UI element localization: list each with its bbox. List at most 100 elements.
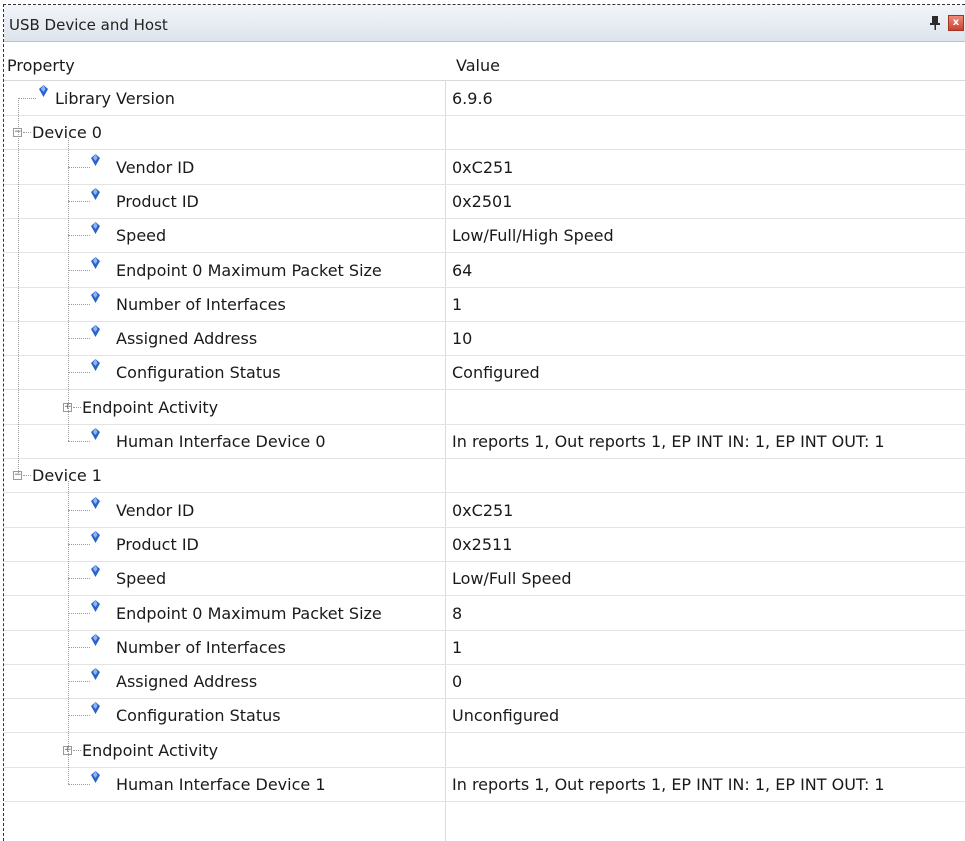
property-name: Device 0 (32, 123, 102, 143)
tree-connector (68, 543, 90, 545)
tree-connector (68, 681, 90, 683)
property-name: Configuration Status (116, 706, 281, 726)
property-row-endpoint-activity[interactable]: + Endpoint Activity (4, 734, 965, 768)
property-value[interactable]: 0xC251 (452, 501, 513, 520)
property-row-configuration-status[interactable]: Configuration Status Unconfigured (4, 699, 965, 734)
column-header: Property Value (4, 50, 965, 81)
property-row-assigned-address[interactable]: Assigned Address 0 (4, 665, 965, 700)
tree-connector (68, 235, 90, 237)
tree-guide-root (18, 98, 19, 476)
property-name: Number of Interfaces (116, 294, 286, 314)
property-row-number-of-interfaces[interactable]: Number of Interfaces 1 (4, 631, 965, 665)
property-name: Endpoint Activity (82, 397, 219, 417)
property-gem-icon (91, 496, 100, 509)
property-name: Device 1 (32, 466, 102, 486)
property-value[interactable]: 1 (452, 638, 462, 657)
property-gem-icon (91, 256, 100, 269)
property-gem-icon (91, 325, 100, 338)
property-value[interactable]: Unconfigured (452, 706, 559, 725)
panel-title: USB Device and Host (9, 16, 168, 34)
property-name: Speed (116, 226, 167, 246)
property-gem-icon (91, 530, 100, 543)
property-value[interactable]: 0x2511 (452, 535, 512, 554)
property-gem-icon (39, 85, 48, 97)
close-icon[interactable]: x (948, 15, 964, 31)
pin-icon[interactable] (928, 14, 942, 32)
property-row-speed[interactable]: Speed Low/Full Speed (4, 562, 965, 597)
property-value[interactable]: Configured (452, 363, 540, 382)
property-value[interactable]: 10 (452, 329, 472, 348)
tree-connector (68, 612, 90, 614)
property-gem-icon (91, 359, 100, 372)
property-gem-icon (91, 599, 100, 612)
property-name: Assigned Address (116, 672, 258, 692)
property-name: Product ID (116, 534, 199, 554)
tree-connector (68, 166, 90, 168)
property-name: Human Interface Device 0 (116, 432, 326, 451)
property-name: Product ID (116, 191, 199, 211)
property-row-endpoint-0-maximum-packet-size[interactable]: Endpoint 0 Maximum Packet Size 64 (4, 254, 965, 288)
property-name: Speed (116, 569, 167, 589)
property-row-vendor-id[interactable]: Vendor ID 0xC251 (4, 494, 965, 528)
property-name: Endpoint Activity (82, 740, 219, 760)
tree-connector (68, 200, 90, 202)
property-name: Vendor ID (116, 500, 195, 520)
tree-connector (23, 475, 31, 477)
property-row-configuration-status[interactable]: Configuration Status Configured (4, 356, 965, 391)
tree-connector (68, 646, 90, 648)
property-value[interactable]: In reports 1, Out reports 1, EP INT IN: … (452, 775, 885, 794)
property-gem-icon (91, 290, 100, 303)
tree-connector (68, 372, 90, 374)
tree-connector (68, 509, 90, 511)
property-name: Vendor ID (116, 157, 195, 177)
property-gem-icon (91, 633, 100, 646)
property-value[interactable]: 8 (452, 604, 462, 623)
property-column-header[interactable]: Property (7, 56, 75, 75)
property-name: Library Version (55, 89, 175, 108)
property-row-human-interface-device-0[interactable]: Human Interface Device 0 In reports 1, Ou… (4, 425, 965, 459)
property-name: Endpoint 0 Maximum Packet Size (116, 603, 382, 623)
panel-titlebar: USB Device and Host x (4, 5, 965, 42)
tree-connector (68, 441, 90, 442)
property-row-product-id[interactable]: Product ID 0x2501 (4, 185, 965, 219)
property-name: Endpoint 0 Maximum Packet Size (116, 260, 382, 280)
property-row-device-1[interactable]: − Device 1 (4, 459, 965, 494)
tree-connector (68, 578, 90, 580)
tree-connector (68, 715, 90, 717)
property-gem-icon (91, 222, 100, 235)
tree-connector (68, 269, 90, 271)
tree-connector (68, 338, 90, 340)
property-row-device-0[interactable]: − Device 0 (4, 116, 965, 151)
property-name: Assigned Address (116, 329, 258, 349)
property-value[interactable]: 6.9.6 (452, 89, 493, 108)
property-value[interactable]: Low/Full/High Speed (452, 226, 614, 245)
property-value[interactable]: 1 (452, 295, 462, 314)
value-column-header[interactable]: Value (456, 56, 500, 75)
tree-connector (73, 749, 81, 751)
property-row-human-interface-device-1[interactable]: Human Interface Device 1 In reports 1, Ou… (4, 768, 965, 802)
property-row-endpoint-activity[interactable]: + Endpoint Activity (4, 391, 965, 425)
property-value[interactable]: 0xC251 (452, 158, 513, 177)
tree-connector (18, 98, 36, 99)
property-row-speed[interactable]: Speed Low/Full/High Speed (4, 219, 965, 254)
property-value[interactable]: In reports 1, Out reports 1, EP INT IN: … (452, 432, 885, 451)
property-gem-icon (91, 565, 100, 578)
property-value[interactable]: 0x2501 (452, 192, 512, 211)
property-name: Number of Interfaces (116, 637, 286, 657)
property-name: Human Interface Device 1 (116, 775, 326, 794)
property-row-library-version[interactable]: Library Version 6.9.6 (4, 82, 965, 116)
tree-guide-device-0 (68, 138, 69, 441)
tree-connector (68, 303, 90, 305)
property-row-vendor-id[interactable]: Vendor ID 0xC251 (4, 151, 965, 185)
property-value[interactable]: 64 (452, 261, 472, 280)
property-row-assigned-address[interactable]: Assigned Address 10 (4, 322, 965, 357)
property-row-product-id[interactable]: Product ID 0x2511 (4, 528, 965, 562)
property-gem-icon (91, 702, 100, 715)
tree-connector (68, 784, 90, 785)
property-gem-icon (91, 428, 100, 440)
property-value[interactable]: 0 (452, 672, 462, 691)
property-value[interactable]: Low/Full Speed (452, 569, 572, 588)
property-row-number-of-interfaces[interactable]: Number of Interfaces 1 (4, 288, 965, 322)
property-gem-icon (91, 771, 100, 783)
property-row-endpoint-0-maximum-packet-size[interactable]: Endpoint 0 Maximum Packet Size 8 (4, 597, 965, 631)
